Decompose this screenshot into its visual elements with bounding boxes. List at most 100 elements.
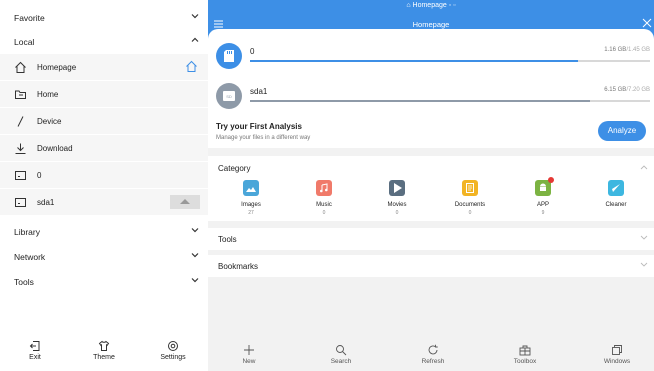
sidebar-item-home[interactable]: Home — [0, 81, 208, 107]
category-label: Music — [316, 202, 332, 208]
new-button[interactable]: New — [219, 344, 279, 365]
section-tools[interactable]: Tools — [0, 269, 208, 293]
device-usage-bar — [250, 100, 650, 102]
tools-title: Tools — [218, 235, 237, 244]
eject-button[interactable] — [170, 195, 200, 209]
category-label: APP — [536, 202, 549, 208]
storage-card: 0 1.16 GB/1.45 GB SD sda1 6.15 GB/7.20 G… — [208, 29, 654, 148]
windows-icon — [612, 345, 622, 355]
analysis-title: Try your First Analysis — [216, 122, 302, 131]
device-row-sda1[interactable]: SD sda1 6.15 GB/7.20 GB — [216, 83, 650, 113]
device-total: /1.45 GB — [626, 47, 650, 53]
exit-label: Exit — [29, 354, 41, 361]
tools-section[interactable]: Tools — [208, 228, 654, 250]
window-tab[interactable]: ⌂ Homepage ▫ ▫ — [208, 2, 654, 9]
tab-indicator-icon: ▫ ▫ — [448, 2, 456, 9]
movie-icon — [389, 180, 405, 196]
window-tab-label: Homepage — [412, 2, 447, 9]
sidebar-item-device[interactable]: Device — [0, 108, 208, 134]
search-button[interactable]: Search — [311, 344, 371, 365]
device-size: 1.16 GB/1.45 GB — [604, 47, 650, 53]
chevron-down-icon — [640, 235, 648, 240]
device-usage-fill — [250, 60, 578, 62]
windows-button[interactable]: Windows — [587, 344, 647, 365]
svg-text:SD: SD — [226, 94, 232, 99]
category-movies[interactable]: Movies 0 — [367, 180, 427, 216]
chevron-down-icon — [191, 278, 199, 283]
document-icon — [462, 180, 478, 196]
theme-label: Theme — [93, 354, 115, 361]
folder-icon — [15, 90, 26, 99]
refresh-label: Refresh — [421, 358, 445, 365]
sidebar-item-label: sda1 — [37, 198, 55, 207]
music-icon — [316, 180, 332, 196]
category-label: Movies — [387, 202, 407, 208]
device-usage-bar — [250, 60, 650, 62]
category-count: 0 — [322, 210, 326, 216]
theme-button[interactable]: Theme — [74, 340, 134, 361]
toolbox-label: Toolbox — [513, 358, 537, 365]
settings-label: Settings — [160, 354, 186, 361]
cleaner-icon — [608, 180, 624, 196]
gear-icon — [168, 341, 178, 351]
sidebar-item-label: Homepage — [37, 63, 77, 72]
section-local[interactable]: Local — [0, 29, 208, 53]
bookmarks-section[interactable]: Bookmarks — [208, 255, 654, 277]
device-name: 0 — [250, 47, 255, 56]
category-documents[interactable]: Documents 0 — [440, 180, 500, 216]
chevron-down-icon — [191, 228, 199, 233]
chevron-up-icon[interactable] — [640, 164, 648, 170]
bookmarks-title: Bookmarks — [218, 262, 259, 271]
settings-button[interactable]: Settings — [143, 340, 203, 361]
category-images[interactable]: Images 27 — [221, 180, 281, 216]
new-label: New — [242, 358, 256, 365]
eject-icon — [180, 199, 190, 204]
section-favorite[interactable]: Favorite — [0, 5, 208, 29]
close-icon[interactable] — [642, 18, 652, 28]
storage-icon — [15, 171, 26, 180]
category-count: 0 — [395, 210, 399, 216]
sidebar-item-download[interactable]: Download — [0, 135, 208, 161]
section-library-label: Library — [14, 227, 40, 237]
home-shortcut-icon[interactable] — [185, 60, 198, 73]
image-icon — [243, 180, 259, 196]
sidebar-item-storage-0[interactable]: 0 — [0, 162, 208, 188]
section-network[interactable]: Network — [0, 244, 208, 268]
category-count: 0 — [468, 210, 472, 216]
category-card: Category Images 27 Music 0 Movies 0 Docu… — [208, 156, 654, 221]
device-used: 6.15 GB — [604, 87, 627, 93]
page-title: Homepage — [412, 20, 450, 29]
section-network-label: Network — [14, 252, 46, 262]
search-label: Search — [330, 358, 352, 365]
bottom-toolbar: New Search Refresh Toolbox Windows — [208, 340, 654, 371]
category-cleaner[interactable]: Cleaner — [586, 180, 646, 210]
chevron-down-icon — [640, 262, 648, 267]
section-favorite-label: Favorite — [14, 13, 45, 23]
main-panel: ⌂ Homepage ▫ ▫ Homepage 0 1.16 GB/1.45 G… — [208, 0, 654, 371]
sidebar-item-label: 0 — [37, 171, 42, 180]
category-label: Cleaner — [605, 202, 627, 208]
device-row-0[interactable]: 0 1.16 GB/1.45 GB — [216, 43, 650, 73]
refresh-icon — [428, 344, 438, 355]
refresh-button[interactable]: Refresh — [403, 344, 463, 365]
section-tools-label: Tools — [14, 277, 34, 287]
section-local-label: Local — [14, 37, 35, 47]
toolbox-icon — [519, 345, 531, 356]
category-label: Images — [241, 202, 261, 208]
device-size: 6.15 GB/7.20 GB — [604, 87, 650, 93]
analyze-button[interactable]: Analyze — [598, 121, 646, 141]
sidebar-item-homepage[interactable]: Homepage — [0, 54, 208, 80]
section-library[interactable]: Library — [0, 219, 208, 243]
category-label: Documents — [454, 202, 486, 208]
sidebar-item-label: Download — [37, 144, 73, 153]
sidebar-footer: Exit Theme Settings — [0, 336, 208, 371]
category-music[interactable]: Music 0 — [294, 180, 354, 216]
sidebar-item-sda1[interactable]: sda1 — [0, 189, 208, 215]
category-app[interactable]: APP 9 — [513, 177, 573, 216]
toolbox-button[interactable]: Toolbox — [495, 344, 555, 365]
usb-drive-icon: SD — [216, 83, 242, 109]
plus-icon — [244, 345, 254, 355]
exit-button[interactable]: Exit — [5, 340, 65, 361]
category-title: Category — [218, 164, 251, 173]
search-icon — [336, 345, 347, 356]
